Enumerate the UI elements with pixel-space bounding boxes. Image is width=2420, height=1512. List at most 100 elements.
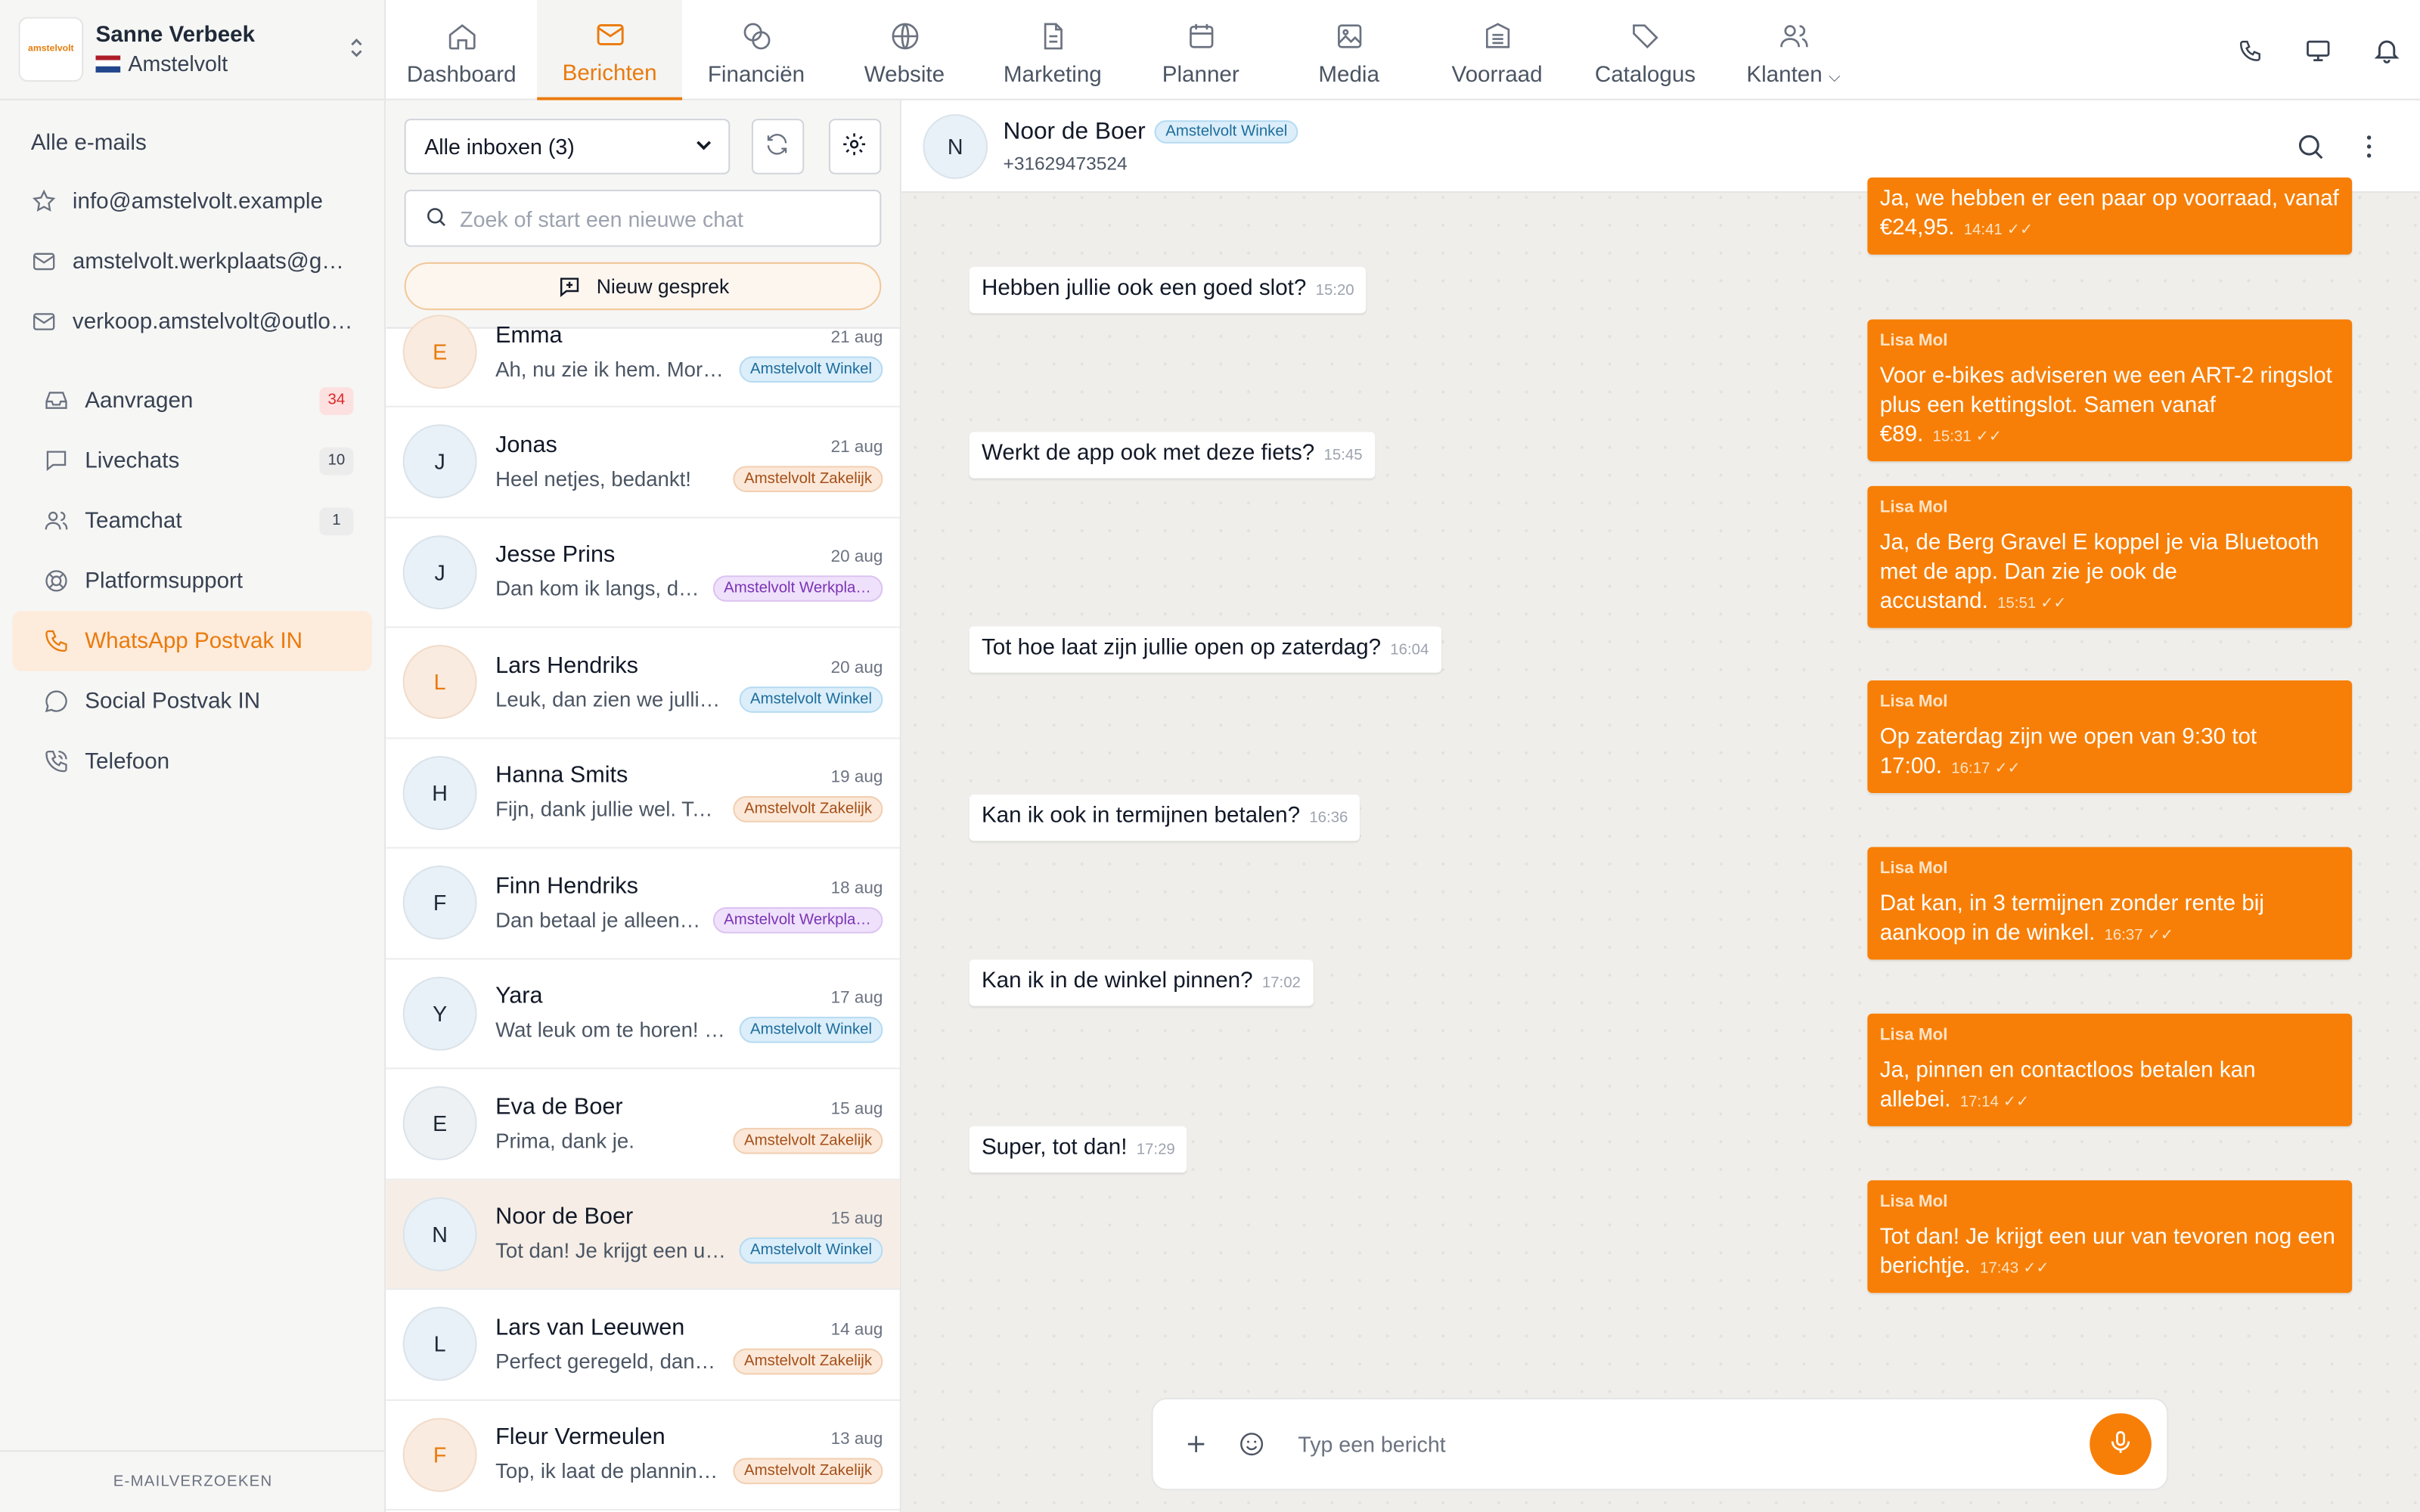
nav-klanten[interactable]: Klanten ⌵ — [1719, 0, 1867, 101]
contact-avatar: L — [402, 1307, 477, 1382]
conversation-row[interactable]: F Fleur Vermeulen 13 aug Top, ik laat de pl… — [386, 1400, 900, 1510]
message-time: 15:51 — [1997, 595, 2037, 613]
conversation-preview: Perfect geregeld, dank je. — [495, 1349, 724, 1373]
sidebar-section-title[interactable]: Alle e-mails — [0, 101, 384, 172]
message-time: 15:31 — [1932, 429, 1972, 446]
chevron-down-icon: ⌵ — [1828, 68, 1841, 86]
conversation-row[interactable]: L Lars van Leeuwen 14 aug Perfect geregeld,… — [386, 1290, 900, 1401]
conversation-row[interactable]: E Emma 21 aug Ah, nu zie ik hem. Morgen kom… — [386, 298, 900, 407]
phone-call-icon — [42, 748, 70, 776]
message-text: Ja, de Berg Gravel E koppel je via Bluet… — [1879, 531, 2319, 615]
nav-media[interactable]: Media — [1275, 0, 1423, 101]
sidebar-item-social[interactable]: Social Postvak IN — [12, 671, 372, 732]
message-incoming[interactable]: Kan ik in de winkel pinnen? 17:02 — [969, 959, 1314, 1006]
conversation-row[interactable]: Y Yara 17 aug Wat leuk om te horen! Veel pl… — [386, 959, 900, 1070]
conversation-row[interactable]: F Finn Hendriks 18 aug Dan betaal je alleen… — [386, 848, 900, 959]
nav-label: Planner — [1162, 62, 1239, 88]
contact-name[interactable]: Noor de Boer — [1004, 118, 1146, 146]
contact-avatar[interactable]: N — [923, 113, 988, 178]
nav-voorraad[interactable]: Voorraad — [1423, 0, 1571, 101]
phone-switch-icon[interactable] — [2217, 16, 2285, 84]
settings-button[interactable] — [828, 119, 882, 175]
message-incoming[interactable]: Tot hoe laat zijn jullie open op zaterda… — [969, 626, 1441, 673]
sidebar-email-werkplaats[interactable]: amstelvolt.werkplaats@gmail.com — [0, 231, 372, 292]
conversation-row[interactable]: H Hanna Smits 19 aug Fijn, dank jullie wel.… — [386, 739, 900, 849]
message-outgoing[interactable]: Lisa Mol Ja, de Berg Gravel E koppel je v… — [1867, 485, 2353, 628]
emoji-icon[interactable] — [1224, 1416, 1279, 1471]
count-badge: 34 — [319, 386, 354, 414]
conversation-row[interactable]: J Jonas 21 aug Heel netjes, bedankt! Amstelv… — [386, 407, 900, 518]
nav-marketing[interactable]: Marketing — [979, 0, 1127, 101]
conversation-row[interactable]: N Noor de Boer 15 aug Tot dan! Je krijgt ee… — [386, 1179, 900, 1290]
account-name: Sanne Verbeek — [95, 23, 256, 48]
conversation-date: 20 aug — [830, 547, 883, 567]
message-outgoing[interactable]: Lisa Mol Ja, pinnen en contactloos betale… — [1867, 1013, 2353, 1126]
bell-icon[interactable] — [2352, 16, 2420, 84]
message-sender: Lisa Mol — [1879, 1192, 1948, 1212]
conversation-preview: Dan betaal je alleen €25 voorrijkosten. — [495, 908, 704, 932]
account-switcher[interactable]: amstelvolt Sanne Verbeek Amstelvolt — [0, 0, 385, 101]
conversation-date: 15 aug — [830, 1210, 883, 1228]
sidebar-item-telefoon[interactable]: Telefoon — [12, 731, 372, 792]
conversation-row[interactable]: E Eva de Boer 15 aug Prima, dank je. Amstelv… — [386, 1069, 900, 1180]
nav-label: Marketing — [1003, 62, 1102, 88]
conversation-name: Emma — [495, 321, 563, 349]
mail-icon — [593, 17, 627, 51]
sidebar-item-whatsapp[interactable]: WhatsApp Postvak IN — [12, 611, 372, 671]
message-outgoing[interactable]: Lisa Mol Tot dan! Je krijgt een uur van t… — [1867, 1180, 2353, 1294]
microphone-icon — [2107, 1428, 2135, 1461]
double-check-icon: ✓✓ — [2003, 1093, 2030, 1111]
app-root: amstelvolt Sanne Verbeek Amstelvolt Alle… — [0, 0, 2420, 1512]
message-time: 15:20 — [1315, 282, 1354, 299]
inbox-select[interactable]: Alle inboxen (3) — [404, 119, 730, 175]
nav-berichten[interactable]: Berichten — [537, 0, 683, 101]
message-time: 15:45 — [1323, 447, 1363, 465]
sidebar-email-verkoop[interactable]: verkoop.amstelvolt@outlook.com — [0, 292, 372, 352]
sidebar-item-livechats[interactable]: Livechats 10 — [12, 430, 372, 491]
nav-catalogus[interactable]: Catalogus — [1571, 0, 1720, 101]
mail-icon — [29, 248, 57, 276]
microphone-button[interactable] — [2090, 1413, 2152, 1476]
double-check-icon: ✓✓ — [1994, 761, 2021, 778]
message-outgoing[interactable]: Ja, we hebben er een paar op voorraad, v… — [1867, 177, 2353, 255]
document-icon — [1035, 20, 1069, 54]
nav-financien[interactable]: Financiën — [682, 0, 830, 101]
nav-label: Catalogus — [1594, 62, 1696, 88]
nav-website[interactable]: Website — [830, 0, 979, 101]
nav-planner[interactable]: Planner — [1127, 0, 1275, 101]
search-icon[interactable] — [2281, 116, 2340, 175]
chat-bubble-icon — [42, 687, 70, 715]
contact-avatar: Y — [402, 976, 477, 1051]
sidebar-item-teamchat[interactable]: Teamchat 1 — [12, 491, 372, 551]
conversation-row[interactable]: J Jesse Prins 20 aug Dan kom ik langs, dank… — [386, 518, 900, 628]
monitor-icon[interactable] — [2284, 16, 2352, 84]
chevron-updown-icon[interactable] — [347, 35, 365, 64]
message-outgoing[interactable]: Lisa Mol Dat kan, in 3 termijnen zonder r… — [1867, 847, 2353, 960]
message-text: Hebben jullie ook een goed slot? — [981, 276, 1307, 301]
sidebar-footer[interactable]: E-MAILVERZOEKEN — [0, 1450, 386, 1512]
count-badge: 1 — [319, 507, 354, 535]
message-incoming[interactable]: Hebben jullie ook een goed slot? 15:20 — [969, 267, 1367, 314]
conversation-row[interactable]: L Lars Hendriks 20 aug Leuk, dan zien we ju… — [386, 628, 900, 739]
message-time: 16:36 — [1309, 810, 1348, 827]
search-input[interactable] — [460, 206, 861, 231]
inbox-tag: Amstelvolt Winkel — [739, 686, 883, 713]
sidebar-email-info[interactable]: info@amstelvolt.example — [0, 172, 372, 232]
message-incoming[interactable]: Werkt de app ook met deze fiets? 15:45 — [969, 432, 1375, 479]
message-outgoing[interactable]: Lisa Mol Voor e-bikes adviseren we een AR… — [1867, 319, 2353, 462]
message-outgoing[interactable]: Lisa Mol Op zaterdag zijn we open van 9:3… — [1867, 680, 2353, 793]
sidebar-item-platformsupport[interactable]: Platformsupport — [12, 551, 372, 612]
contact-avatar: F — [402, 866, 477, 940]
nav-dashboard[interactable]: Dashboard — [386, 0, 537, 101]
conversation-name: Fleur Vermeulen — [495, 1424, 666, 1451]
message-input[interactable] — [1298, 1431, 2090, 1457]
more-vertical-icon[interactable] — [2340, 116, 2399, 175]
message-text: Op zaterdag zijn we open van 9:30 tot 17… — [1879, 725, 2257, 779]
refresh-button[interactable] — [751, 119, 805, 175]
sidebar-item-aanvragen[interactable]: Aanvragen 34 — [12, 370, 372, 431]
message-incoming[interactable]: Kan ik ook in termijnen betalen? 16:36 — [969, 795, 1360, 841]
plus-icon[interactable] — [1168, 1416, 1224, 1471]
inbox-tag: Amstelvolt Zakelijk — [733, 1348, 883, 1374]
message-incoming[interactable]: Super, tot dan! 17:29 — [969, 1126, 1188, 1173]
sidebar-item-label: Social Postvak IN — [85, 689, 261, 714]
